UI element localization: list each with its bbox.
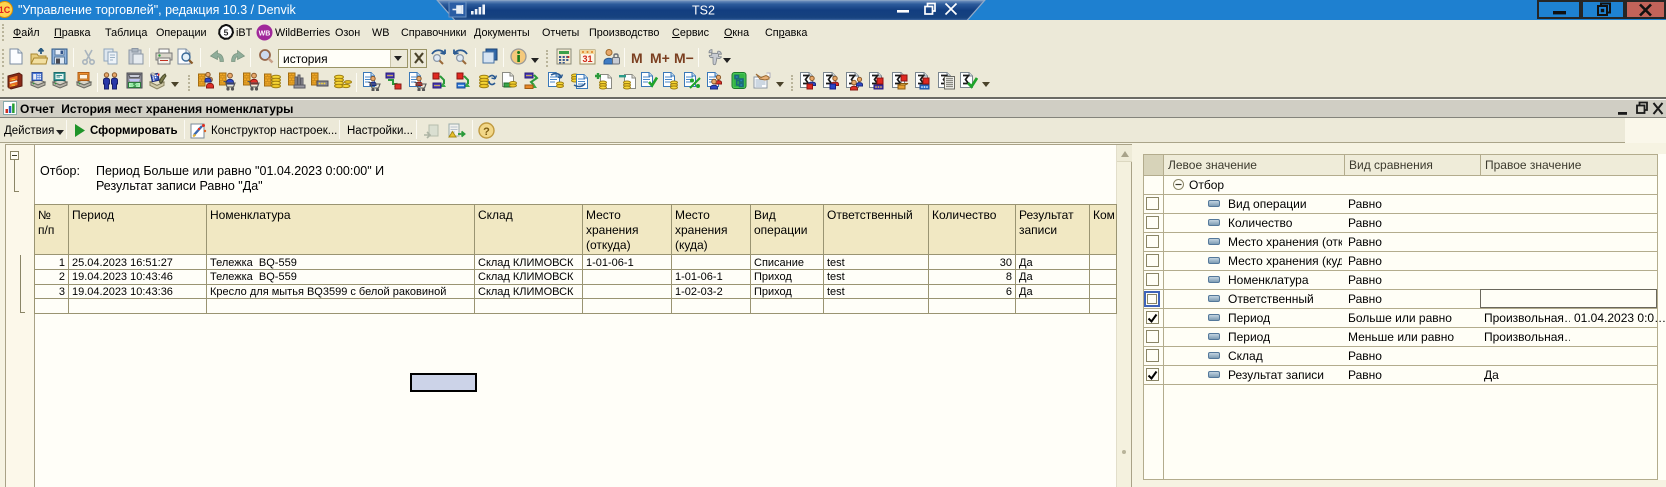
svg-text:31: 31 <box>582 54 592 64</box>
svg-text:WB: WB <box>259 31 271 38</box>
svg-text:?: ? <box>483 126 490 138</box>
svg-text:TS2: TS2 <box>692 4 715 18</box>
svg-text:5: 5 <box>224 28 229 38</box>
svg-text:$: $ <box>133 83 136 89</box>
